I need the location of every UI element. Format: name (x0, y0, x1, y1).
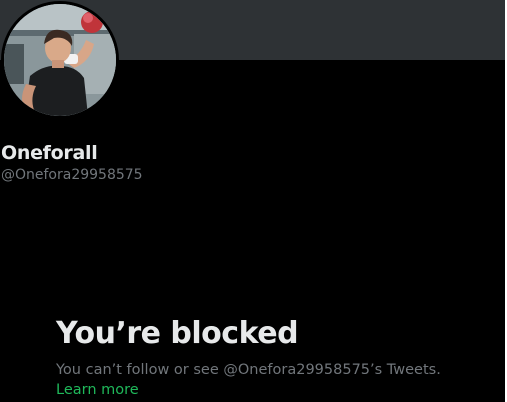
blocked-title: You’re blocked (56, 316, 299, 351)
avatar[interactable] (1, 1, 119, 119)
avatar-photo (4, 4, 116, 116)
blocked-description: You can’t follow or see @Onefora29958575… (56, 362, 441, 378)
profile-display-name: Oneforall (1, 142, 98, 164)
profile-handle: @Onefora29958575 (1, 167, 143, 183)
learn-more-link[interactable]: Learn more (56, 382, 139, 398)
profile-page: Oneforall @Onefora29958575 You’re blocke… (0, 0, 507, 402)
